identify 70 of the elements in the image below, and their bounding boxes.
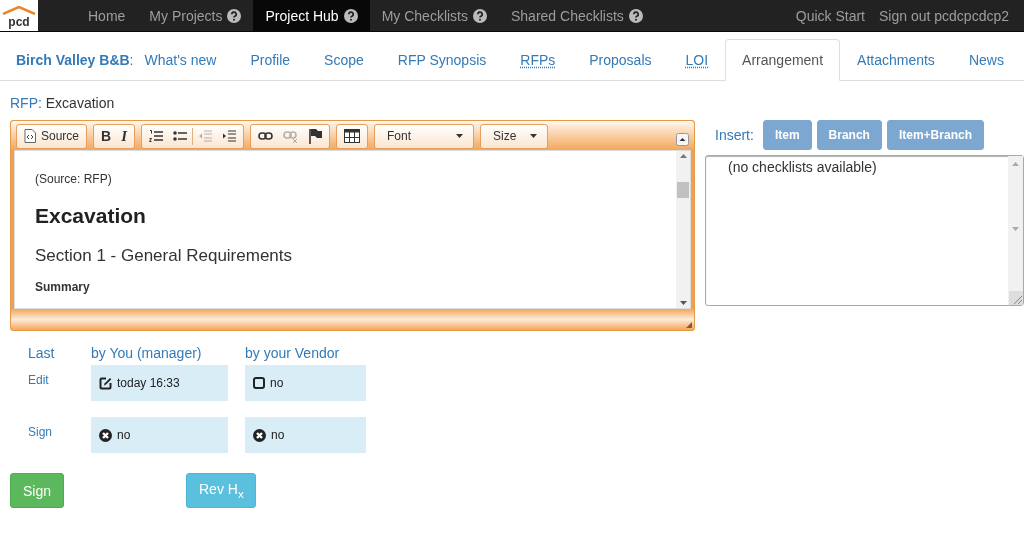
bullet-list-icon <box>173 129 187 143</box>
column-header: by your Vendor <box>245 345 341 361</box>
checklist-box[interactable]: (no checklists available) <box>705 155 1024 306</box>
scroll-down-icon[interactable] <box>679 301 687 305</box>
status-cell: no <box>245 365 366 401</box>
tab[interactable]: Profile <box>233 39 308 81</box>
dropdown[interactable]: Size <box>483 125 545 147</box>
help-icon[interactable] <box>473 8 487 23</box>
table-icon <box>344 129 360 143</box>
tab[interactable]: RFPs <box>503 39 573 81</box>
scroll-thumb[interactable] <box>677 181 689 198</box>
section-heading: Section 1 - General Requirements <box>35 246 294 266</box>
italic-button[interactable]: I <box>116 125 132 147</box>
dropdown[interactable]: Font <box>377 125 471 147</box>
rfp-name: Excavation <box>45 95 115 111</box>
row-label: Edit <box>28 372 50 389</box>
tab[interactable]: LOI <box>668 39 726 81</box>
status-cell: no <box>245 417 366 453</box>
link-icon <box>258 129 273 143</box>
help-icon[interactable] <box>343 8 358 23</box>
document-icon <box>24 129 36 143</box>
scrollbar[interactable] <box>676 151 690 308</box>
nav-link[interactable]: Project Hub <box>253 0 370 31</box>
outdent-icon <box>198 129 212 143</box>
resize-handle-icon[interactable] <box>686 322 692 328</box>
edit-icon <box>99 376 112 390</box>
square-icon <box>253 377 265 389</box>
tab[interactable]: Arrangement <box>725 39 841 81</box>
tab[interactable]: News <box>951 39 1021 81</box>
caret-icon <box>530 134 537 138</box>
empty-message: (no checklists available) <box>727 158 878 177</box>
unlink-icon <box>283 129 298 143</box>
nav-link[interactable]: Quick Start <box>788 0 872 31</box>
scroll-up-icon[interactable] <box>679 154 687 158</box>
indent-icon <box>222 129 236 143</box>
document-heading: Excavation <box>35 204 147 228</box>
help-icon[interactable] <box>628 8 643 23</box>
cross-circle-icon <box>253 428 266 442</box>
source-note: (Source: RFP) <box>35 172 113 186</box>
cross-circle-icon <box>99 428 112 442</box>
section-label: Summary <box>35 280 91 294</box>
tab[interactable]: Proposals <box>572 39 669 81</box>
project-name: Birch Valley B&B: <box>16 52 134 68</box>
resize-handle-icon[interactable] <box>1008 291 1023 305</box>
tab[interactable]: Scope <box>307 39 381 81</box>
nav-link[interactable]: Shared Checklists <box>499 0 655 31</box>
roof-icon <box>2 6 36 15</box>
nav-link[interactable]: My Checklists <box>369 0 499 31</box>
nav-link[interactable]: My Projects <box>137 0 254 31</box>
insert-label: Insert: <box>715 127 754 143</box>
scrollbar[interactable] <box>1008 156 1023 305</box>
column-header: Last <box>28 345 56 361</box>
nav-link[interactable]: Sign out pcdcpcdcp2 <box>872 0 1016 31</box>
tab[interactable]: Attachments <box>840 39 952 81</box>
flag-icon <box>308 128 322 144</box>
tab[interactable]: RFP Synopsis <box>380 39 504 81</box>
logo-text: pcd <box>8 15 30 29</box>
source-button[interactable]: Source <box>19 125 85 147</box>
column-header: by You (manager) <box>91 345 203 361</box>
help-icon[interactable] <box>227 8 242 23</box>
bold-button[interactable]: B <box>96 125 117 147</box>
status-cell: no <box>91 417 228 453</box>
caret-icon <box>456 134 463 138</box>
nav-link[interactable]: Home <box>76 0 138 31</box>
rfp-label: RFP: <box>10 95 42 111</box>
tab[interactable]: What's new <box>143 39 234 81</box>
collapse-icon[interactable] <box>676 133 689 146</box>
status-cell: today 16:33 <box>91 365 228 401</box>
row-label: Sign <box>28 424 54 441</box>
numbered-list-icon <box>149 129 163 143</box>
